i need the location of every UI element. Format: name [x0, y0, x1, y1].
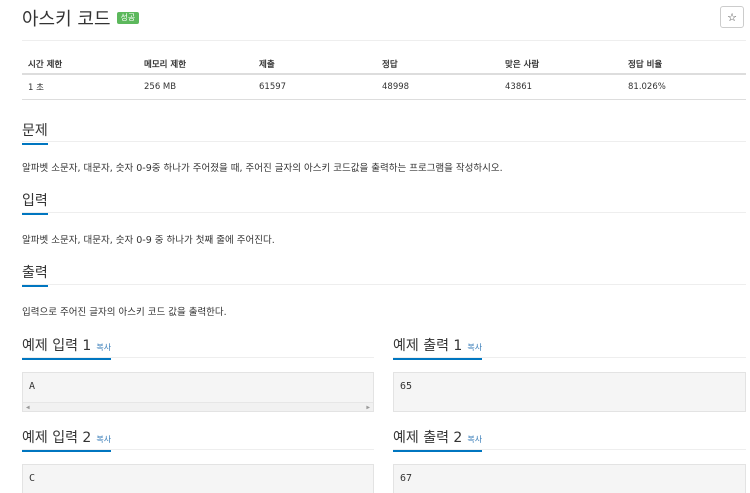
divider: [22, 357, 374, 358]
header-memory-limit: 메모리 제한: [138, 54, 253, 75]
divider: [393, 449, 746, 450]
sample-output-2-value: 67: [400, 473, 413, 484]
copy-sample-output-1-button[interactable]: 복사: [467, 343, 482, 352]
header-solved-users: 맞은 사람: [499, 54, 622, 75]
problem-section-heading: 문제: [22, 120, 48, 145]
sample-input-1-heading: 예제 입력 1 복사: [22, 335, 112, 360]
input-description: 알파벳 소문자, 대문자, 숫자 0-9 중 하나가 첫째 줄에 주어진다.: [22, 235, 275, 246]
divider: [22, 40, 746, 41]
divider: [22, 212, 746, 213]
input-section-heading: 입력: [22, 190, 48, 215]
table-header-row: 시간 제한 메모리 제한 제출 정답 맞은 사람 정답 비율: [22, 54, 746, 75]
copy-sample-input-1-button[interactable]: 복사: [96, 343, 111, 352]
accepted-value: 48998: [376, 74, 499, 100]
header-time-limit: 시간 제한: [22, 54, 138, 75]
output-section-heading: 출력: [22, 262, 48, 287]
scroll-left-icon[interactable]: ◀: [26, 404, 30, 411]
sample-input-2-box[interactable]: C: [22, 464, 374, 493]
accept-ratio-value: 81.026%: [622, 74, 746, 100]
horizontal-scrollbar[interactable]: ◀ ▶: [23, 402, 373, 411]
page-title: 아스키 코드: [22, 9, 111, 30]
problem-description: 알파벳 소문자, 대문자, 숫자 0-9중 하나가 주어졌을 때, 주어진 글자…: [22, 163, 503, 174]
submissions-value: 61597: [253, 74, 376, 100]
copy-sample-output-2-button[interactable]: 복사: [467, 435, 482, 444]
sample-output-1-value: 65: [400, 381, 413, 392]
divider: [22, 141, 746, 142]
star-icon: ☆: [727, 10, 737, 24]
sample-output-2-heading: 예제 출력 2 복사: [393, 427, 483, 452]
divider: [22, 284, 746, 285]
solved-users-value: 43861: [499, 74, 622, 100]
header-accept-ratio: 정답 비율: [622, 54, 746, 75]
divider: [22, 449, 374, 450]
divider: [393, 357, 746, 358]
status-badge: 성공: [116, 12, 140, 24]
scroll-right-icon[interactable]: ▶: [366, 404, 370, 411]
star-button[interactable]: ☆: [720, 6, 744, 28]
table-row: 1 초 256 MB 61597 48998 43861 81.026%: [22, 74, 746, 100]
memory-limit-value: 256 MB: [138, 74, 253, 100]
sample-output-1-heading: 예제 출력 1 복사: [393, 335, 483, 360]
time-limit-value: 1 초: [22, 74, 138, 100]
sample-output-1-box[interactable]: 65: [393, 372, 746, 412]
sample-input-2-value: C: [29, 473, 36, 484]
sample-input-1-box[interactable]: A ◀ ▶: [22, 372, 374, 412]
problem-title-row: 아스키 코드 성공: [22, 6, 140, 30]
copy-sample-input-2-button[interactable]: 복사: [96, 435, 111, 444]
problem-info-table: 시간 제한 메모리 제한 제출 정답 맞은 사람 정답 비율 1 초 256 M…: [22, 54, 746, 100]
sample-output-2-box[interactable]: 67: [393, 464, 746, 493]
sample-input-1-value: A: [29, 381, 36, 392]
sample-input-2-heading: 예제 입력 2 복사: [22, 427, 112, 452]
output-description: 입력으로 주어진 글자의 아스키 코드 값을 출력한다.: [22, 307, 227, 318]
header-accepted: 정답: [376, 54, 499, 75]
header-submissions: 제출: [253, 54, 376, 75]
